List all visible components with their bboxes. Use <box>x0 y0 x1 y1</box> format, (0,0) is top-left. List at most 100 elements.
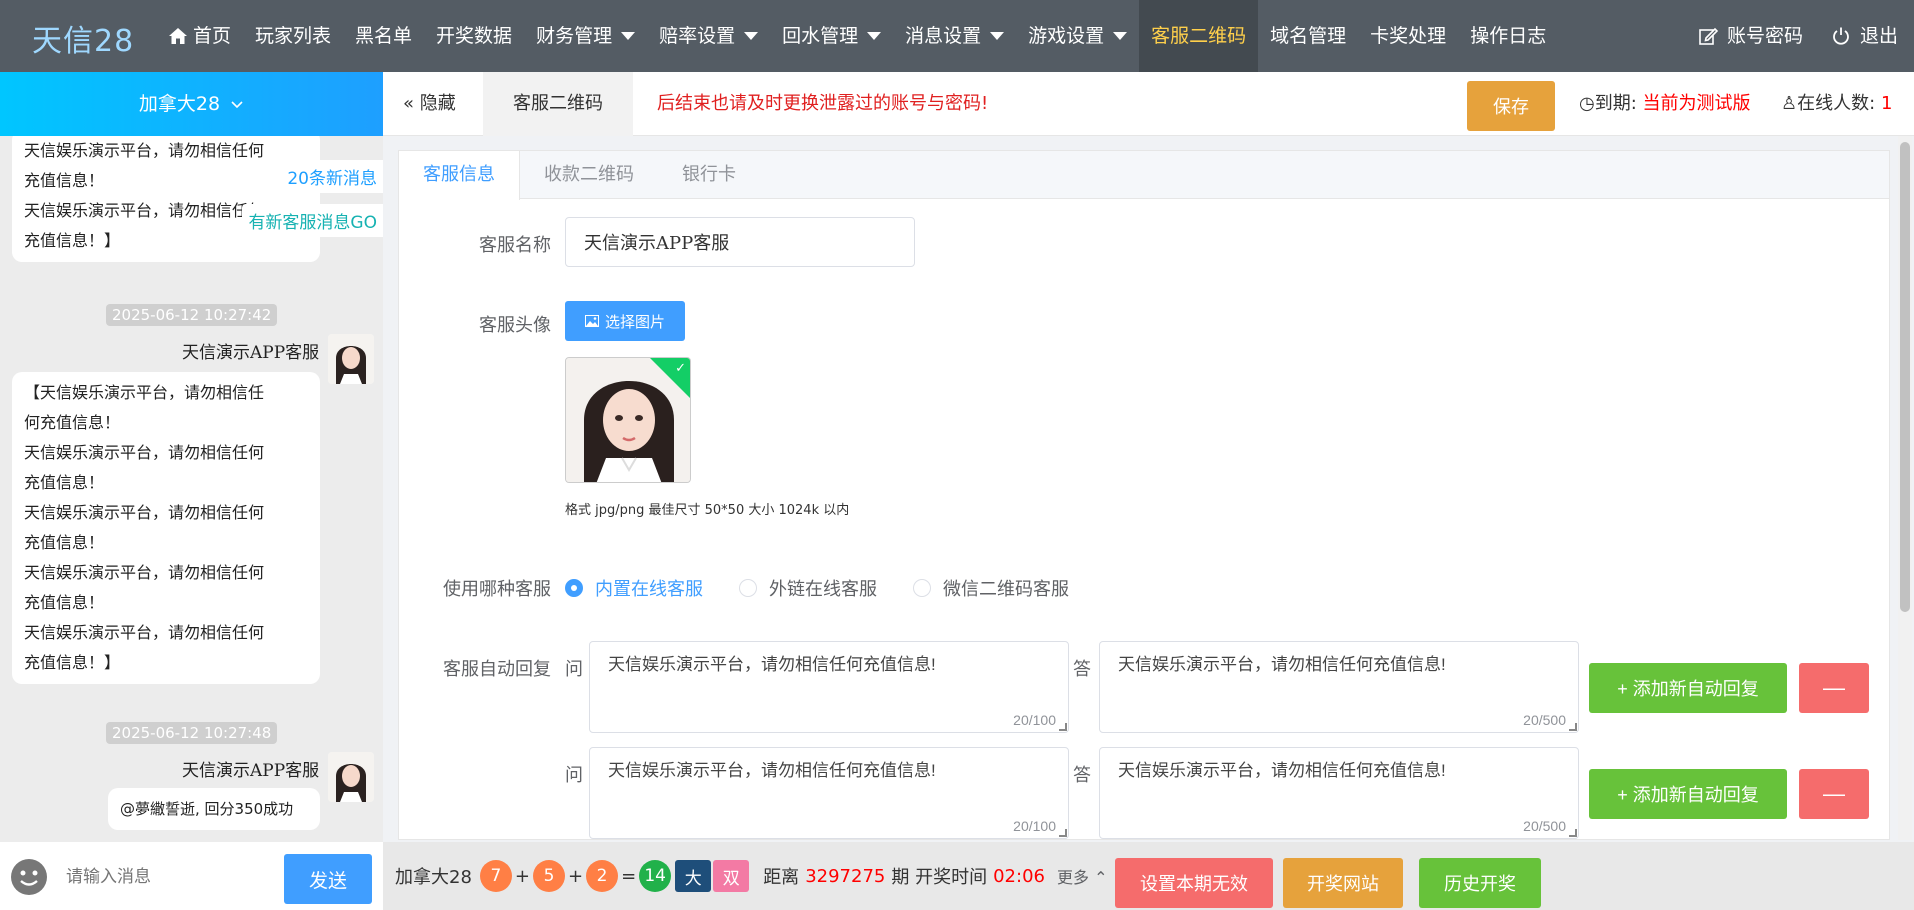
message-line: 天信娱乐演示平台，请勿相信任何 <box>24 623 265 642</box>
result-double-badge: 双 <box>713 860 750 892</box>
nav-rebate[interactable]: 回水管理 <box>770 0 893 72</box>
message-line: 充值信息！】 <box>24 653 121 672</box>
question-text: 天信娱乐演示平台，请勿相信任何充值信息! <box>608 761 936 780</box>
nav-stuck-draws[interactable]: 卡奖处理 <box>1358 0 1458 72</box>
set-period-invalid-button[interactable]: 设置本期无效 <box>1115 858 1273 908</box>
tab-service-qr[interactable]: 客服二维码 <box>483 72 633 136</box>
resize-grip-icon[interactable] <box>1569 829 1577 837</box>
draw-website-button[interactable]: 开奖网站 <box>1283 858 1403 908</box>
radio-label: 内置在线客服 <box>595 579 703 600</box>
period-label: 期 开奖时间 <box>891 867 988 888</box>
equals-sign: = <box>621 865 637 887</box>
caret-down-icon <box>744 32 759 40</box>
plus-icon: + <box>1617 785 1628 805</box>
page-scrollbar[interactable] <box>1898 136 1912 840</box>
message-timestamp: 2025-06-12 10:27:42 <box>106 304 278 326</box>
auto-reply-answer-input[interactable]: 天信娱乐演示平台，请勿相信任何充值信息! 20/500 <box>1099 747 1579 839</box>
auto-reply-question-input[interactable]: 天信娱乐演示平台，请勿相信任何充值信息! 20/100 <box>589 747 1069 839</box>
message-sender: 天信演示APP客服 <box>182 343 320 363</box>
answer-label: 答 <box>1073 765 1091 786</box>
service-name-input[interactable]: 天信演示APP客服 <box>565 217 915 267</box>
resize-grip-icon[interactable] <box>1059 829 1067 837</box>
char-counter: 20/500 <box>1523 818 1566 834</box>
message-line: 充值信息！ <box>24 593 105 612</box>
nav-finance[interactable]: 财务管理 <box>524 0 647 72</box>
period-number: 3297275 <box>805 865 886 887</box>
radio-label: 外链在线客服 <box>769 579 877 600</box>
nav-players[interactable]: 玩家列表 <box>243 0 343 72</box>
caret-down-icon <box>867 32 882 40</box>
radio-builtin-service[interactable]: 内置在线客服 <box>565 575 703 601</box>
chat-message: 天信娱乐演示平台，请勿相信任何 充值信息！ 天信娱乐演示平台，请勿相信任何 充值… <box>12 136 320 262</box>
emoji-icon[interactable] <box>10 858 48 896</box>
choose-image-label: 选择图片 <box>604 313 665 331</box>
chat-history[interactable]: 天信娱乐演示平台，请勿相信任何 充值信息！ 天信娱乐演示平台，请勿相信任何 充值… <box>0 136 383 842</box>
service-name-label: 客服名称 <box>479 235 551 256</box>
send-button[interactable]: 发送 <box>284 854 372 904</box>
power-icon <box>1833 27 1849 45</box>
nav-service-qr[interactable]: 客服二维码 <box>1139 0 1259 72</box>
remove-auto-reply-button[interactable]: — <box>1799 769 1869 819</box>
message-line: 天信娱乐演示平台，请勿相信任何 <box>24 503 265 522</box>
game-selector[interactable]: 加拿大28 <box>0 72 383 136</box>
image-format-hint: 格式 jpg/png 最佳尺寸 50*50 大小 1024k 以内 <box>565 503 850 518</box>
radio-dot <box>913 579 931 597</box>
resize-grip-icon[interactable] <box>1059 723 1067 731</box>
choose-image-button[interactable]: 选择图片 <box>565 301 685 341</box>
nav-operation-log[interactable]: 操作日志 <box>1458 0 1558 72</box>
result-ball: 7 <box>479 860 512 892</box>
check-icon: ✓ <box>675 361 686 376</box>
result-sum: 14 <box>639 860 672 892</box>
save-button[interactable]: 保存 <box>1467 81 1555 131</box>
add-auto-reply-button[interactable]: + 添加新自动回复 <box>1589 769 1787 819</box>
nav-messages[interactable]: 消息设置 <box>893 0 1016 72</box>
scrollbar-thumb[interactable] <box>1900 142 1910 612</box>
expiry-value: 当前为测试版 <box>1642 93 1751 114</box>
nav-odds[interactable]: 赔率设置 <box>647 0 770 72</box>
answer-text: 天信娱乐演示平台，请勿相信任何充值信息! <box>1118 761 1446 780</box>
message-line: 【天信娱乐演示平台，请勿相信任 <box>24 383 265 402</box>
settings-tabs: 客服信息 收款二维码 银行卡 <box>399 151 1889 200</box>
avatar-preview[interactable]: ✓ <box>565 357 691 483</box>
nav-home[interactable]: 首页 <box>156 0 243 72</box>
message-timestamp: 2025-06-12 10:27:48 <box>106 722 278 744</box>
tab-payment-qr[interactable]: 收款二维码 <box>520 151 658 199</box>
auto-reply-answer-input[interactable]: 天信娱乐演示平台，请勿相信任何充值信息! 20/500 <box>1099 641 1579 733</box>
nav-blacklist[interactable]: 黑名单 <box>343 0 424 72</box>
hide-sidebar-button[interactable]: « 隐藏 <box>403 72 456 136</box>
lottery-status-bar: 加拿大28 7 + 5 + 2 = 14 大 双 距离 3297275 期 开奖时间 … <box>383 842 1914 910</box>
radio-wechat-qr-service[interactable]: 微信二维码客服 <box>913 575 1069 601</box>
countdown: 02:06 <box>993 865 1045 887</box>
caret-down-icon <box>621 32 636 40</box>
message-input[interactable] <box>66 860 266 894</box>
resize-grip-icon[interactable] <box>1569 723 1577 731</box>
tab-bank-card[interactable]: 银行卡 <box>658 151 760 199</box>
online-label: 在线人数: <box>1797 93 1876 114</box>
remove-auto-reply-button[interactable]: — <box>1799 663 1869 713</box>
more-toggle[interactable]: 更多 ⌃ <box>1057 864 1108 888</box>
nav-domains[interactable]: 域名管理 <box>1258 0 1358 72</box>
result-ball: 2 <box>586 860 619 892</box>
message-line: 天信娱乐演示平台，请勿相信任何 <box>24 443 265 462</box>
answer-label: 答 <box>1073 659 1091 680</box>
account-password-link[interactable]: 账号密码 <box>1698 0 1803 72</box>
radio-external-service[interactable]: 外链在线客服 <box>739 575 877 601</box>
message-line: 充值信息！ <box>24 533 105 552</box>
avatar-portrait-icon <box>328 334 374 384</box>
nav-game-settings[interactable]: 游戏设置 <box>1016 0 1139 72</box>
add-auto-reply-button[interactable]: + 添加新自动回复 <box>1589 663 1787 713</box>
add-auto-reply-label: 添加新自动回复 <box>1632 679 1759 699</box>
avatar-portrait-icon <box>328 752 374 802</box>
nav-home-label: 首页 <box>193 25 232 47</box>
new-messages-badge[interactable]: 20条新消息 <box>281 160 383 193</box>
service-avatar-label: 客服头像 <box>479 315 551 336</box>
chat-message: @夢繖誓逝, 回分350成功 <box>108 788 320 830</box>
new-service-message-link[interactable]: 有新客服消息GO <box>242 204 383 237</box>
tab-service-info[interactable]: 客服信息 <box>399 151 520 200</box>
app-logo[interactable]: 天信28 <box>32 16 134 60</box>
logout-link[interactable]: 退出 <box>1831 0 1898 72</box>
nav-draw-data[interactable]: 开奖数据 <box>424 0 524 72</box>
nav-finance-label: 财务管理 <box>536 25 613 47</box>
draw-history-button[interactable]: 历史开奖 <box>1419 858 1541 908</box>
auto-reply-question-input[interactable]: 天信娱乐演示平台，请勿相信任何充值信息! 20/100 <box>589 641 1069 733</box>
